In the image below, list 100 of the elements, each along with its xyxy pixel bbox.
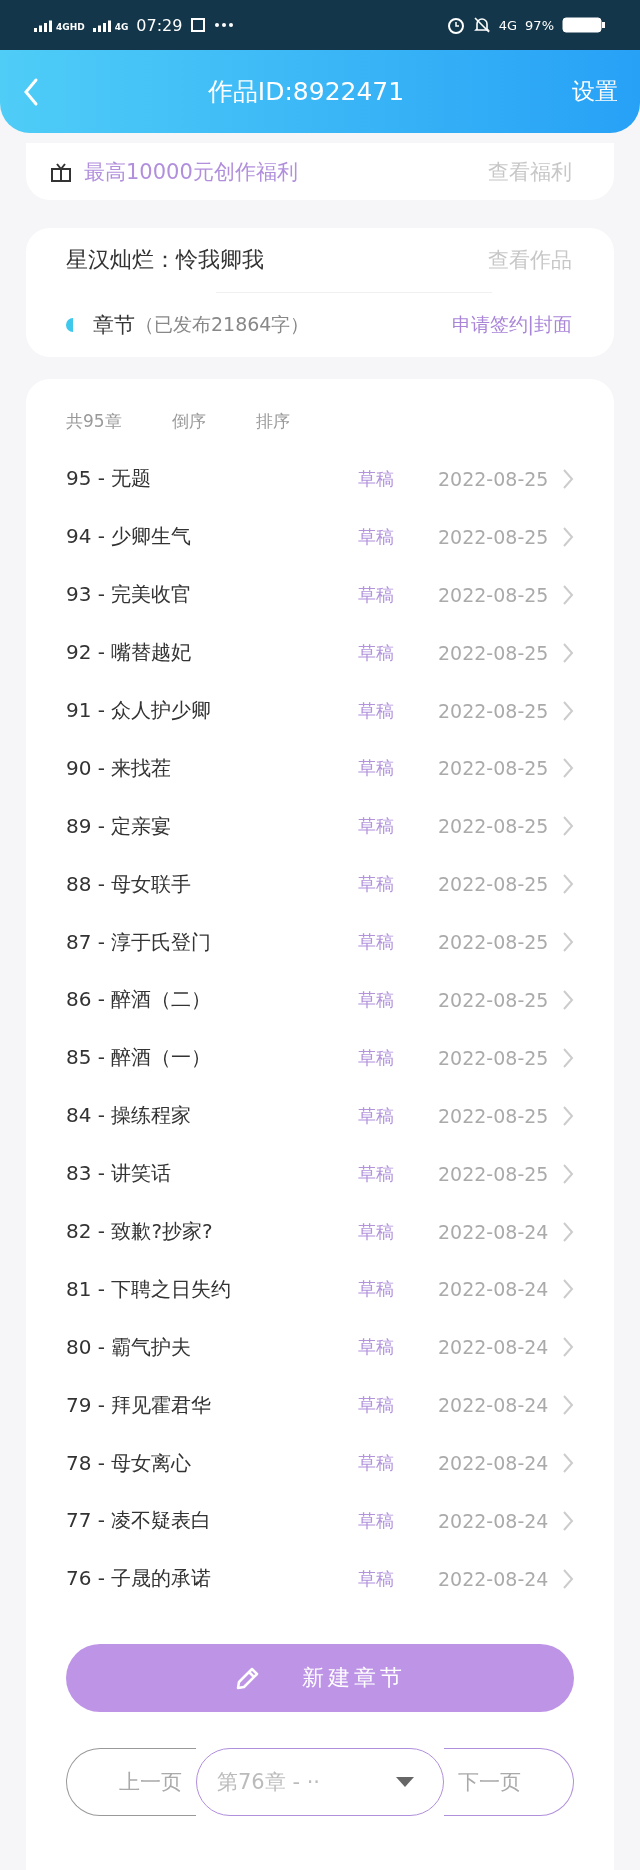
chapter-date: 2022-08-25	[438, 1046, 550, 1069]
chevron-icon[interactable]	[562, 1336, 574, 1359]
chapter-date: 2022-08-25	[438, 931, 550, 954]
chapter-title[interactable]: 84 - 操练程家	[66, 1102, 358, 1130]
work-title: 星汉灿烂：怜我卿我	[66, 246, 265, 274]
benefit-text: 最高10000元创作福利	[84, 158, 299, 186]
chevron-icon[interactable]	[562, 1278, 574, 1301]
chapter-status: 草稿	[358, 1045, 395, 1070]
chapter-date: 2022-08-24	[438, 1278, 550, 1301]
chapter-title[interactable]: 92 - 嘴替越妃	[66, 639, 358, 667]
chevron-icon[interactable]	[562, 1567, 574, 1590]
chapter-date: 2022-08-24	[438, 1394, 550, 1417]
chapter-title[interactable]: 91 - 众人护少卿	[66, 697, 358, 724]
chapter-status: 草稿	[358, 1103, 395, 1128]
chapter-status: 草稿	[358, 698, 395, 723]
chevron-icon[interactable]	[562, 1104, 574, 1127]
chapter-status: 草稿	[358, 1219, 395, 1244]
chevron-icon[interactable]	[562, 583, 574, 606]
chapter-date: 2022-08-25	[438, 1162, 550, 1185]
battery-icon	[562, 16, 606, 34]
chapter-date: 2022-08-24	[438, 1452, 550, 1475]
chevron-icon[interactable]	[562, 988, 574, 1011]
chapter-title[interactable]: 80 - 霸气护夫	[66, 1333, 358, 1361]
chapter-title[interactable]: 77 - 凌不疑表白	[66, 1507, 358, 1535]
chapter-date: 2022-08-25	[438, 873, 550, 896]
chevron-icon[interactable]	[562, 1220, 574, 1243]
chapter-title[interactable]: 76 - 子晟的承诺	[66, 1565, 358, 1593]
chapter-status: 草稿	[358, 524, 395, 549]
page-title: 作品ID:8922471	[206, 76, 406, 108]
chapter-date: 2022-08-25	[438, 583, 550, 606]
chapter-status: 草稿	[358, 1161, 395, 1186]
chapter-status: 草稿	[358, 872, 395, 897]
chevron-icon[interactable]	[562, 699, 574, 722]
chapter-title[interactable]: 88 - 母女联手	[66, 870, 358, 898]
chapter-status: 草稿	[358, 1393, 395, 1418]
chapter-title[interactable]: 89 - 定亲宴	[66, 812, 358, 840]
signal-icon	[34, 18, 53, 32]
chapter-title[interactable]: 90 - 来找茬	[66, 754, 358, 782]
network-label: 4GHD	[56, 22, 85, 32]
chapter-title[interactable]: 95 - 无题	[66, 465, 358, 493]
chapter-status: 草稿	[358, 814, 395, 839]
chevron-icon[interactable]	[562, 873, 574, 896]
chapter-title[interactable]: 83 - 讲笑话	[66, 1160, 358, 1188]
network-label: 4G	[114, 22, 129, 32]
chapter-status: 草稿	[358, 582, 395, 607]
chevron-icon[interactable]	[562, 1509, 574, 1532]
gift-icon	[50, 161, 72, 182]
chevron-icon[interactable]	[562, 525, 574, 548]
chapter-date: 2022-08-25	[438, 815, 550, 838]
chevron-icon[interactable]	[562, 1452, 574, 1475]
chapter-title[interactable]: 93 - 完美收官	[66, 581, 358, 609]
signal-icon	[92, 18, 112, 32]
chevron-icon[interactable]	[562, 1046, 574, 1069]
chapter-title[interactable]: 85 - 醉酒（一）	[66, 1044, 358, 1072]
chapter-title[interactable]: 78 - 母女离心	[66, 1449, 358, 1477]
chapter-status: 草稿	[358, 756, 395, 781]
chapter-title[interactable]: 79 - 拜见霍君华	[66, 1391, 358, 1419]
chapters-label: 章节	[93, 312, 135, 339]
chapter-title[interactable]: 86 - 醉酒（二）	[66, 986, 358, 1014]
chevron-icon[interactable]	[562, 1162, 574, 1185]
marker-icon	[66, 318, 73, 332]
chevron-icon[interactable]	[562, 641, 574, 664]
chevron-icon[interactable]	[562, 467, 574, 490]
chevron-icon[interactable]	[562, 815, 574, 838]
battery-percent: 97%	[525, 17, 554, 33]
chapter-status: 草稿	[358, 1277, 395, 1302]
alarm-icon	[446, 16, 465, 34]
chapter-status: 草稿	[358, 1566, 395, 1591]
chapter-status: 草稿	[358, 640, 395, 665]
chapter-title[interactable]: 94 - 少卿生气	[66, 523, 358, 551]
chapter-date: 2022-08-25	[438, 1104, 550, 1127]
chapter-status: 草稿	[358, 466, 395, 491]
dropdown-icon	[395, 1775, 415, 1788]
chapter-status: 草稿	[358, 987, 395, 1012]
chevron-icon[interactable]	[562, 931, 574, 954]
chapter-date: 2022-08-24	[438, 1567, 550, 1590]
chapter-title[interactable]: 81 - 下聘之日失约	[66, 1275, 358, 1303]
chapter-date: 2022-08-25	[438, 699, 550, 722]
chapter-title[interactable]: 87 - 淳于氏登门	[66, 928, 358, 956]
more-icon	[214, 22, 235, 28]
chapter-date: 2022-08-24	[438, 1220, 550, 1243]
chevron-icon[interactable]	[562, 1394, 574, 1417]
chapter-status: 草稿	[358, 1335, 395, 1360]
screenshot-icon	[190, 17, 207, 33]
chapter-date: 2022-08-25	[438, 467, 550, 490]
chapter-title[interactable]: 82 - 致歉?抄家?	[66, 1218, 358, 1245]
chapter-date: 2022-08-24	[438, 1336, 550, 1359]
chapter-status: 草稿	[358, 930, 395, 955]
published-count: （已发布21864字）	[135, 312, 311, 337]
chapter-count: 共95章	[66, 410, 122, 433]
chapter-date: 2022-08-25	[438, 525, 550, 548]
back-icon[interactable]	[22, 76, 40, 107]
chapter-date: 2022-08-25	[438, 757, 550, 780]
chapter-date: 2022-08-25	[438, 641, 550, 664]
chapter-status: 草稿	[358, 1508, 395, 1533]
chapter-date: 2022-08-24	[438, 1509, 550, 1532]
chapter-date: 2022-08-25	[438, 988, 550, 1011]
mute-bell-icon	[472, 16, 491, 34]
chapter-status: 草稿	[358, 1451, 395, 1476]
chevron-icon[interactable]	[562, 757, 574, 780]
